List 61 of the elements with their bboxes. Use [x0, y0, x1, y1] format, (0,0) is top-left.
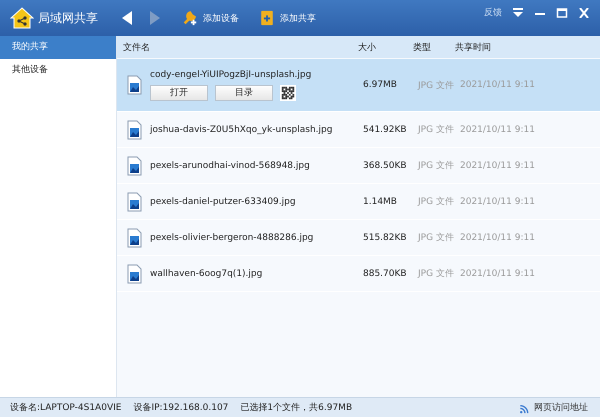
file-type: JPG 文件	[418, 268, 455, 280]
column-header[interactable]: 类型	[413, 40, 455, 54]
image-file-icon	[127, 120, 142, 140]
folder-button[interactable]: 目录	[215, 84, 273, 100]
back-arrow-icon[interactable]	[120, 10, 134, 26]
image-file-icon	[127, 192, 142, 212]
image-file-icon	[127, 75, 142, 95]
file-size: 515.82KB	[363, 232, 408, 242]
add-share-button[interactable]: 添加共享	[259, 10, 316, 26]
feedback-link[interactable]: 反馈	[484, 6, 502, 19]
column-header[interactable]: 文件名	[123, 40, 358, 54]
column-header[interactable]: 大小	[358, 40, 413, 54]
file-plus-icon	[259, 10, 275, 26]
file-size: 1.14MB	[363, 196, 398, 206]
share-time: 2021/10/11 9:11	[460, 196, 536, 206]
wrench-plus-icon	[182, 10, 198, 26]
file-type: JPG 文件	[418, 124, 455, 136]
share-time: 2021/10/11 9:11	[460, 124, 536, 134]
image-file-icon	[127, 156, 142, 176]
file-name: pexels-arunodhai-vinod-568948.jpg	[150, 160, 311, 170]
web-access-text[interactable]: 网页访问地址	[534, 401, 588, 414]
file-type: JPG 文件	[418, 160, 455, 172]
file-size: 541.92KB	[363, 124, 408, 134]
file-name: joshua-davis-Z0U5hXqo_yk-unsplash.jpg	[150, 124, 334, 134]
file-type: JPG 文件	[418, 196, 455, 208]
open-button[interactable]: 打开	[150, 84, 208, 100]
file-name: cody-engel-YiUIPogzBjI-unsplash.jpg	[150, 70, 312, 80]
file-name: pexels-olivier-bergeron-4888286.jpg	[150, 232, 314, 242]
qr-code-icon[interactable]	[280, 84, 296, 100]
sidebar-item[interactable]: 我的共享	[0, 36, 116, 59]
share-time: 2021/10/11 9:11	[460, 232, 536, 242]
file-size: 368.50KB	[363, 160, 408, 170]
app-title: 局域网共享	[38, 10, 98, 26]
column-header[interactable]: 共享时间	[455, 40, 535, 54]
status-text: 设备名:LAPTOP-4S1A0VIE	[10, 402, 122, 414]
image-file-icon	[127, 228, 142, 248]
file-size: 885.70KB	[363, 268, 408, 278]
share-time: 2021/10/11 9:11	[460, 160, 536, 170]
web-access-link[interactable]: 网页访问地址	[518, 401, 588, 414]
sidebar-item[interactable]: 其他设备	[0, 59, 116, 82]
file-name: pexels-daniel-putzer-633409.jpg	[150, 196, 297, 206]
dropdown-menu-icon[interactable]	[512, 8, 524, 18]
file-size: 6.97MB	[363, 80, 398, 90]
file-name: wallhaven-6oog7q(1).jpg	[150, 268, 264, 278]
file-type: JPG 文件	[418, 232, 455, 244]
file-row[interactable]: cody-engel-YiUIPogzBjI-unsplash.jpg 打开 目录 6.97MB JPG 文件 2021/10/11 9:11	[117, 59, 600, 112]
status-text: 设备IP:192.168.0.107	[133, 402, 228, 414]
share-time: 2021/10/11 9:11	[460, 80, 536, 90]
file-type: JPG 文件	[418, 80, 455, 92]
status-text: 已选择1个文件，共6.97MB	[240, 402, 352, 414]
add-device-button[interactable]: 添加设备	[182, 10, 239, 26]
maximize-icon[interactable]	[556, 8, 568, 18]
close-icon[interactable]	[578, 8, 590, 18]
home-share-icon	[10, 6, 34, 30]
file-row[interactable]: wallhaven-6oog7q(1).jpg 885.70KB JPG 文件 2021/10/11 9:11	[117, 256, 600, 292]
file-row[interactable]: pexels-daniel-putzer-633409.jpg 1.14MB JPG 文件 2021/10/11 9:11	[117, 184, 600, 220]
file-row[interactable]: joshua-davis-Z0U5hXqo_yk-unsplash.jpg 541.92KB JPG 文件 2021/10/11 9:11	[117, 112, 600, 148]
share-time: 2021/10/11 9:11	[460, 268, 536, 278]
file-row[interactable]: pexels-olivier-bergeron-4888286.jpg 515.82KB JPG 文件 2021/10/11 9:11	[117, 220, 600, 256]
image-file-icon	[127, 264, 142, 284]
file-row[interactable]: pexels-arunodhai-vinod-568948.jpg 368.50KB JPG 文件 2021/10/11 9:11	[117, 148, 600, 184]
